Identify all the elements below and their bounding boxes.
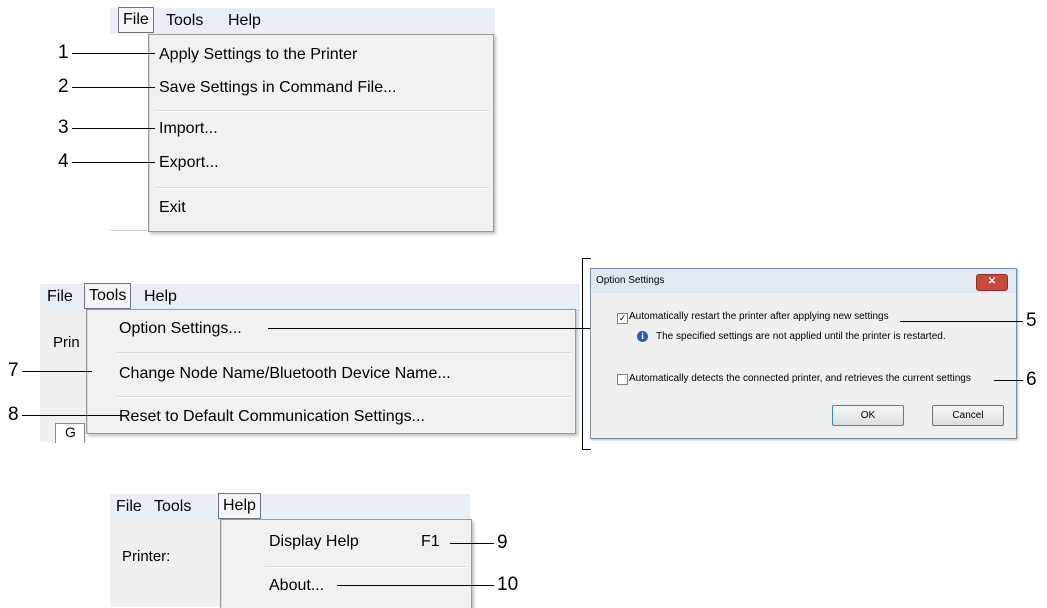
bracket-bottom	[582, 449, 591, 450]
menu-item-import[interactable]: Import...	[159, 120, 218, 138]
restart-info-text: The specified settings are not applied u…	[656, 331, 946, 342]
menu-file[interactable]: File	[47, 284, 73, 310]
menu-separator	[265, 566, 467, 568]
callout-line-2	[72, 87, 155, 88]
option-settings-dialog: Option Settings ✕ ✓ Automatically restar…	[590, 268, 1017, 439]
cancel-button[interactable]: Cancel	[932, 405, 1004, 426]
callout-5: 5	[1026, 310, 1037, 331]
callout-line-8	[22, 415, 127, 416]
callout-line-1	[72, 53, 155, 54]
callout-4: 4	[58, 151, 69, 172]
menu-separator	[155, 110, 489, 112]
ok-button[interactable]: OK	[832, 405, 904, 426]
menubar-1: File Tools Help	[110, 7, 495, 35]
menu-separator	[117, 396, 571, 398]
callout-8: 8	[8, 404, 19, 425]
menu-tools[interactable]: Tools	[154, 494, 191, 520]
menu-tools[interactable]: Tools	[84, 283, 132, 309]
background-window: Prin G	[40, 310, 86, 443]
restart-option-label[interactable]: Automatically restart the printer after …	[629, 311, 889, 322]
menu-item-save-command-file[interactable]: Save Settings in Command File...	[159, 79, 396, 97]
info-icon: i	[637, 331, 648, 342]
menu-item-about[interactable]: About...	[269, 577, 324, 595]
menu-tools[interactable]: Tools	[166, 8, 203, 34]
menu-item-display-help[interactable]: Display Help	[269, 533, 359, 551]
auto-detect-checkbox[interactable]	[617, 374, 628, 385]
menu-file[interactable]: File	[116, 494, 142, 520]
callout-7: 7	[8, 360, 19, 381]
callout-line-option-settings	[268, 328, 590, 329]
menu-left-edge	[110, 34, 148, 231]
callout-line-9	[450, 543, 494, 544]
menu-item-export[interactable]: Export...	[159, 154, 219, 172]
callout-line-4	[72, 162, 155, 163]
dialog-title: Option Settings	[591, 269, 1016, 293]
menu-help[interactable]: Help	[144, 284, 177, 310]
callout-9: 9	[497, 532, 508, 553]
menu-item-exit[interactable]: Exit	[159, 199, 186, 217]
callout-6: 6	[1026, 369, 1037, 390]
menu-item-reset-communication[interactable]: Reset to Default Communication Settings.…	[119, 408, 425, 426]
display-help-shortcut: F1	[421, 533, 440, 550]
menu-item-change-node-name[interactable]: Change Node Name/Bluetooth Device Name..…	[119, 365, 451, 383]
callout-2: 2	[58, 76, 69, 97]
callout-line-3	[72, 128, 155, 129]
menu-file[interactable]: File	[118, 7, 154, 33]
menu-separator	[117, 352, 571, 354]
bracket-line	[582, 258, 583, 450]
callout-line-5	[900, 321, 1023, 322]
callout-1: 1	[58, 42, 69, 63]
menu-item-apply-settings[interactable]: Apply Settings to the Printer	[159, 46, 357, 64]
restart-checkbox[interactable]: ✓	[617, 313, 628, 324]
callout-3: 3	[58, 117, 69, 138]
auto-detect-option-label[interactable]: Automatically detects the connected prin…	[629, 373, 971, 384]
printer-label: Printer:	[122, 548, 171, 565]
printer-label: Prin	[53, 334, 80, 351]
help-menu-dropdown: Display Help F1 About...	[220, 519, 472, 608]
menu-separator	[155, 187, 489, 189]
background-tab: G	[55, 423, 85, 443]
background-window: Printer:	[110, 520, 220, 607]
bracket-top	[582, 258, 591, 259]
callout-line-10	[337, 585, 494, 586]
file-menu-dropdown: Apply Settings to the Printer Save Setti…	[148, 34, 494, 232]
menu-item-option-settings[interactable]: Option Settings...	[119, 320, 242, 338]
close-icon[interactable]: ✕	[976, 274, 1008, 291]
callout-line-6	[994, 380, 1023, 381]
menubar-2: File Tools Help	[40, 283, 580, 311]
menubar-3: File Tools Help	[110, 493, 470, 521]
callout-line-7	[22, 371, 92, 372]
menu-help[interactable]: Help	[218, 493, 261, 519]
callout-10: 10	[497, 574, 519, 595]
menu-help[interactable]: Help	[228, 8, 261, 34]
